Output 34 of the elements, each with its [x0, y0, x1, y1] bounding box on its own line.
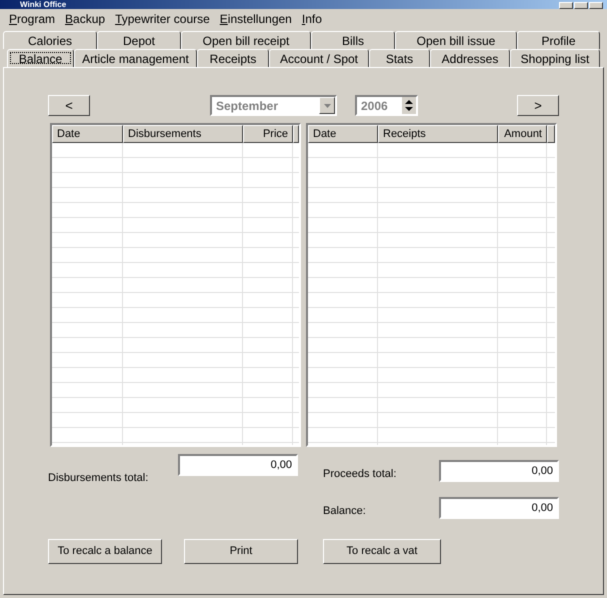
tab[interactable]: Bills [311, 31, 395, 49]
column-header[interactable]: Date [308, 125, 378, 143]
action-button[interactable]: To recalc a vat [323, 539, 441, 564]
field-label: Balance: [323, 504, 366, 518]
menu-item[interactable]: Backup [60, 10, 110, 28]
tab[interactable]: Open bill issue [395, 31, 517, 49]
amount-field[interactable]: 0,00 [439, 496, 559, 519]
tab[interactable]: Article management [74, 49, 197, 67]
action-button[interactable]: To recalc a balance [48, 539, 162, 564]
column-header[interactable]: Receipts [378, 125, 498, 143]
tab[interactable]: Receipts [197, 49, 269, 67]
tab[interactable]: Balance [7, 49, 74, 67]
tab[interactable]: Profile [517, 31, 600, 49]
tab[interactable]: Stats [369, 49, 430, 67]
field-label: Proceeds total: [323, 467, 396, 482]
amount-field[interactable]: 0,00 [439, 460, 559, 482]
menu-item[interactable]: Program [4, 10, 60, 28]
tab[interactable]: Shopping list [510, 49, 600, 67]
tab[interactable]: Account / Spot [269, 49, 369, 67]
action-button[interactable]: Print [184, 539, 298, 564]
column-header[interactable]: Date [52, 125, 123, 143]
column-header[interactable]: Price [243, 125, 293, 143]
field-label: Disbursements total: [48, 471, 150, 486]
column-header[interactable]: Disbursements [123, 125, 243, 143]
tab[interactable]: Open bill receipt [181, 31, 311, 49]
tab[interactable]: Calories [3, 31, 97, 49]
tab[interactable]: Addresses [430, 49, 510, 67]
menu-item[interactable]: Info [296, 10, 327, 28]
menu-item[interactable]: Einstellungen [214, 10, 297, 28]
tab[interactable]: Depot [97, 31, 181, 49]
window-title: Winki Office [19, 1, 66, 9]
amount-field[interactable]: 0,00 [178, 454, 298, 476]
column-header[interactable]: Amount [498, 125, 547, 143]
menu-item[interactable]: Typewriter course [110, 10, 215, 28]
